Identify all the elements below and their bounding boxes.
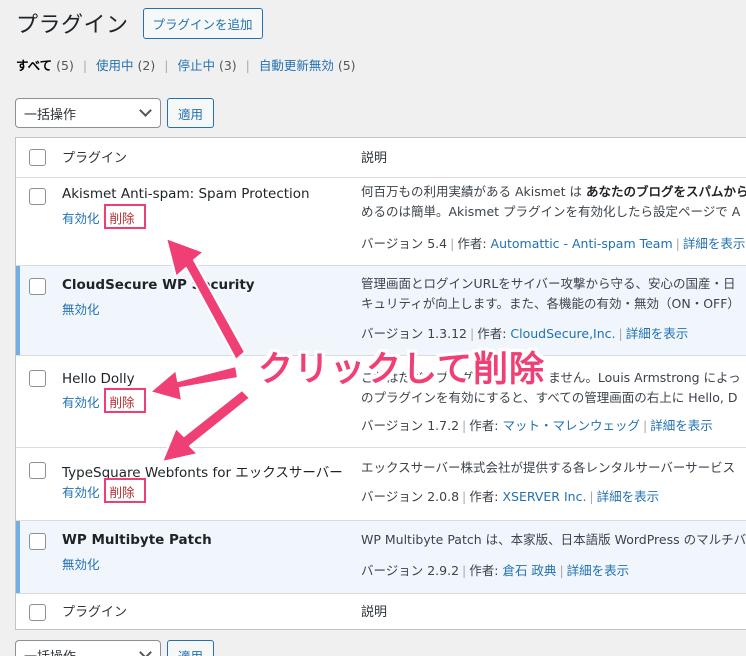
status-filters: すべて (5) | 使用中 (2) | 停止中 (3) | 自動更新無効 (5) [16, 55, 356, 74]
plugin-version: バージョン 2.0.8 [361, 489, 460, 504]
description-text: めるのは簡単。Akismet プラグインを有効化したら設定ページで A [361, 204, 741, 219]
annotation-callout: クリックして削除 [258, 350, 545, 390]
bulk-action-value: 一括操作 [24, 650, 76, 656]
filter-separator: | [82, 58, 88, 73]
row-actions: 無効化 [62, 299, 100, 318]
author-link[interactable]: マット・マレンウェッグ [502, 418, 640, 433]
plugin-meta: バージョン 5.4 | 作者: Automattic - Anti-spam Tea… [361, 236, 746, 251]
plugin-name: Akismet Anti-spam: Spam Protection [62, 186, 310, 202]
row-checkbox[interactable] [29, 278, 46, 295]
description-text: 何百万もの利用実績がある Akismet は [361, 184, 582, 199]
row-checkbox[interactable] [29, 188, 46, 205]
plugin-version: バージョン 1.3.12 [361, 326, 467, 341]
author-label: 作者: [469, 489, 499, 504]
column-header-plugin: プラグイン [62, 151, 128, 166]
row-checkbox[interactable] [29, 370, 46, 387]
filter-auto-update-disabled[interactable]: 自動更新無効 [259, 58, 334, 73]
plugin-name: CloudSecure WP Security [62, 277, 255, 293]
details-link[interactable]: 詳細を表示 [626, 326, 689, 341]
filter-separator: | [245, 58, 250, 73]
row-actions: 無効化 [62, 554, 100, 573]
activate-link[interactable]: 有効化 [62, 485, 100, 500]
description-text: キュリティが向上します。また、各機能の有効・無効（ON・OFF） [361, 296, 740, 311]
description-text: エックスサーバー株式会社が提供する各レンタルサーバーサービス [361, 460, 736, 475]
column-footer-plugin: プラグイン [62, 605, 128, 620]
author-label: 作者: [477, 326, 507, 341]
description-bold: あなたのブログをスパムから [585, 184, 746, 199]
deactivate-link[interactable]: 無効化 [62, 557, 100, 572]
table-row: TypeSquare Webfonts for エックスサーバー 有効化 削除 … [16, 448, 746, 521]
details-link[interactable]: 詳細を表示 [597, 489, 660, 504]
description-text: WP Multibyte Patch は、本家版、日本語版 WordPress … [361, 532, 746, 547]
table-footer-row: プラグイン 説明 [16, 594, 746, 630]
author-label: 作者: [469, 418, 499, 433]
delete-highlight-box [104, 478, 146, 503]
plugin-version: バージョン 1.7.2 [361, 418, 460, 433]
description-text: 管理画面とログインURLをサイバー攻撃から守る、安心の国産・日 [361, 276, 736, 291]
plugin-description: WP Multibyte Patch は、本家版、日本語版 WordPress … [361, 530, 746, 550]
author-link[interactable]: CloudSecure,Inc. [510, 326, 615, 341]
plugin-name: WP Multibyte Patch [62, 532, 212, 548]
chevron-down-icon [139, 104, 152, 117]
page-title: プラグイン [16, 12, 129, 38]
activate-link[interactable]: 有効化 [62, 395, 100, 410]
plugin-description: エックスサーバー株式会社が提供する各レンタルサーバーサービス [361, 458, 746, 478]
select-all-checkbox-footer[interactable] [29, 604, 46, 621]
plugin-description: 管理画面とログインURLをサイバー攻撃から守る、安心の国産・日 キュリティが向上… [361, 274, 746, 314]
row-checkbox[interactable] [29, 462, 46, 479]
column-footer-description: 説明 [361, 605, 388, 620]
table-row: WP Multibyte Patch 無効化 WP Multibyte Patc… [16, 521, 746, 594]
filter-all-count: (5) [56, 58, 74, 73]
details-link[interactable]: 詳細を表示 [683, 236, 746, 251]
details-link[interactable]: 詳細を表示 [567, 563, 630, 578]
filter-inactive[interactable]: 停止中 [177, 58, 215, 73]
plugin-meta: バージョン 2.0.8 | 作者: XSERVER Inc. | 詳細を表示 [361, 489, 660, 504]
chevron-down-icon [139, 646, 152, 656]
table-header-row: プラグイン 説明 [16, 138, 746, 178]
column-header-description: 説明 [361, 151, 388, 166]
author-label: 作者: [457, 236, 487, 251]
description-text: のプラグインを有効にすると、すべての管理画面の右上に Hello, D [361, 390, 738, 405]
plugin-meta: バージョン 1.3.12 | 作者: CloudSecure,Inc. | 詳細を表示 [361, 326, 689, 341]
bulk-action-select[interactable]: 一括操作 [15, 98, 161, 128]
delete-highlight-box [104, 204, 146, 229]
plugin-version: バージョン 5.4 [361, 236, 448, 251]
bulk-actions-bottom: 一括操作 適用 [15, 640, 215, 656]
bulk-action-select-bottom[interactable]: 一括操作 [15, 640, 161, 656]
filter-auto-update-count: (5) [337, 58, 356, 73]
page-header: プラグイン プラグインを追加 [16, 6, 263, 39]
details-link[interactable]: 詳細を表示 [650, 418, 713, 433]
author-link[interactable]: 倉石 政典 [502, 563, 556, 578]
add-plugin-button[interactable]: プラグインを追加 [142, 8, 263, 39]
filter-inactive-count: (3) [218, 58, 237, 73]
activate-link[interactable]: 有効化 [62, 211, 100, 226]
filter-active-count: (2) [137, 58, 156, 73]
plugin-name: Hello Dolly [62, 371, 135, 387]
bulk-action-value: 一括操作 [24, 108, 77, 123]
plugin-description: 何百万もの利用実績がある Akismet は あなたのブログをスパムから めるの… [361, 182, 746, 222]
apply-button[interactable]: 適用 [167, 98, 215, 128]
row-checkbox[interactable] [29, 533, 46, 550]
bulk-actions-top: 一括操作 適用 [15, 98, 215, 128]
author-link[interactable]: XSERVER Inc. [502, 489, 586, 504]
select-all-checkbox[interactable] [29, 149, 46, 166]
plugin-meta: バージョン 1.7.2 | 作者: マット・マレンウェッグ | 詳細を表示 [361, 418, 713, 433]
apply-button-bottom[interactable]: 適用 [167, 640, 215, 656]
author-label: 作者: [469, 563, 499, 578]
filter-active[interactable]: 使用中 [96, 58, 134, 73]
filter-all[interactable]: すべて [16, 58, 52, 73]
deactivate-link[interactable]: 無効化 [62, 302, 100, 317]
author-link[interactable]: Automattic - Anti-spam Team [491, 236, 673, 251]
plugin-version: バージョン 2.9.2 [361, 563, 460, 578]
delete-highlight-box [104, 388, 146, 413]
table-row: Akismet Anti-spam: Spam Protection 有効化 削… [16, 178, 746, 266]
plugin-meta: バージョン 2.9.2 | 作者: 倉石 政典 | 詳細を表示 [361, 563, 630, 578]
filter-separator: | [164, 58, 169, 73]
